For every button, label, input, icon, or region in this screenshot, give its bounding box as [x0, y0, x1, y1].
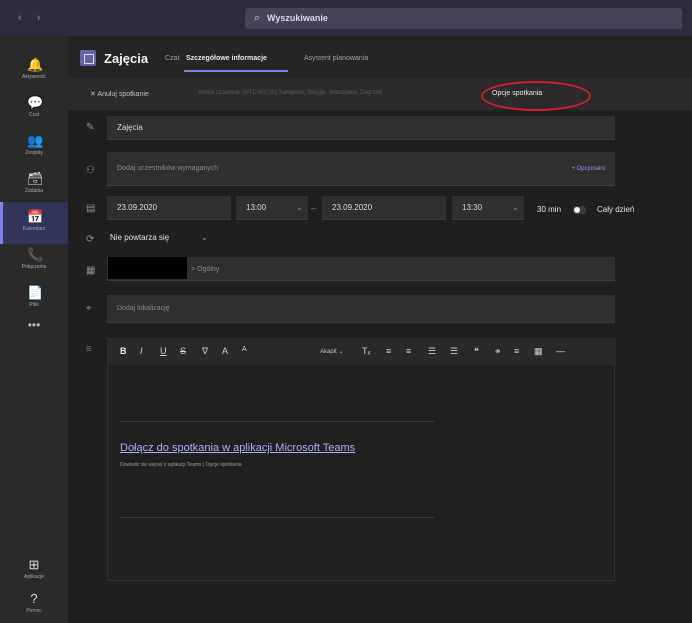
more-apps-icon[interactable]: •••: [0, 318, 68, 332]
horizontal-rule-button[interactable]: —: [556, 346, 565, 356]
search-text: Wyszukiwanie: [267, 13, 328, 23]
clear-format-button[interactable]: Tₓ: [362, 346, 370, 356]
rail-item-files[interactable]: 📄 Pliki: [0, 278, 68, 320]
chevron-down-icon[interactable]: ⌄: [512, 203, 519, 212]
meeting-toolbar: ✕ Anuluj spotkanie Strefa czasowa: (UTC+…: [68, 78, 692, 110]
end-date: 23.09.2020: [332, 203, 373, 212]
chat-icon: 💬: [27, 95, 44, 110]
rail-item-label: Aktywność: [22, 74, 46, 80]
rail-item-teams[interactable]: 👥 Zespoły: [0, 126, 68, 168]
end-date-field[interactable]: 23.09.2020: [322, 196, 446, 220]
search-icon: ⌕: [254, 12, 261, 24]
table-button[interactable]: ▦: [534, 346, 543, 357]
help-icon: ?: [30, 591, 38, 606]
rail-item-calendar[interactable]: 📅 Kalendarz: [0, 202, 68, 244]
title-value: Zajęcia: [117, 123, 143, 132]
end-time: 13:30: [462, 203, 483, 212]
highlight-ring: [481, 81, 591, 111]
rail-item-activity[interactable]: 🔔 Aktywność: [0, 50, 68, 92]
search-box[interactable]: ⌕ Wyszukiwanie: [245, 8, 682, 29]
numbered-list-button[interactable]: ☰: [450, 346, 458, 357]
rail-item-label: Pomoc: [26, 608, 42, 614]
strikethrough-button[interactable]: S: [180, 346, 186, 356]
font-color-button[interactable]: A: [222, 346, 228, 356]
bullet-list-button[interactable]: ☰: [428, 346, 436, 357]
duration-label: 30 min: [537, 205, 562, 214]
bell-icon: 🔔: [27, 57, 44, 72]
rail-item-label: Kalendarz: [22, 226, 46, 232]
attendees-placeholder: Dodaj uczestników wymaganych: [117, 165, 219, 172]
join-meeting-link[interactable]: Dołącz do spotkania w aplikacji Microsof…: [120, 442, 355, 454]
repeat-icon: ⟳: [86, 234, 95, 245]
rail-item-label: Zadania: [24, 188, 44, 194]
all-day-label: Cały dzień: [597, 205, 635, 214]
start-date-field[interactable]: 23.09.2020: [107, 196, 231, 220]
tab-underline: [184, 70, 288, 72]
chevron-down-icon[interactable]: ⌄: [201, 233, 208, 242]
description-editor[interactable]: B I U S ∇ A A Akapit ⌄ Tₓ ≡ ≡ ☰ ☰ ❝ ⚭ ≡ …: [107, 338, 616, 581]
tab-details[interactable]: Szczegółowe informacje: [186, 55, 267, 62]
location-field[interactable]: Dodaj lokalizację: [107, 295, 615, 323]
tab-scheduling-assistant[interactable]: Asystent planowania: [304, 55, 368, 62]
join-meeting-subtext[interactable]: Dowiedz się więcej o aplikacji Teams | O…: [120, 462, 242, 468]
rail-item-assignments[interactable]: 🗃 Zadania: [0, 164, 68, 206]
start-date: 23.09.2020: [117, 203, 158, 212]
attendees-field[interactable]: Dodaj uczestników wymaganych + Opcjonaln…: [107, 152, 615, 186]
title-field[interactable]: Zajęcia: [107, 116, 615, 140]
all-day-toggle[interactable]: [573, 206, 586, 214]
clock-icon: ▤: [86, 203, 96, 214]
tab-chat[interactable]: Czat: [165, 55, 179, 62]
file-icon: 📄: [27, 285, 44, 300]
page-title: Zajęcia: [104, 51, 149, 66]
divider: [120, 517, 434, 518]
paragraph-select[interactable]: Akapit ⌄: [320, 348, 343, 355]
bold-button[interactable]: B: [120, 346, 127, 356]
rail-item-calls[interactable]: 📞 Połączenia: [0, 240, 68, 282]
redacted-team-name: [108, 257, 187, 279]
cancel-meeting-button[interactable]: ✕ Anuluj spotkanie: [90, 90, 149, 98]
font-size-button[interactable]: A: [242, 346, 247, 353]
underline-button[interactable]: U: [160, 346, 167, 356]
meeting-header: Zajęcia Czat Szczegółowe informacje Asys…: [68, 36, 692, 78]
rail-item-label: Czat: [28, 112, 40, 118]
rail-item-help[interactable]: ? Pomoc: [0, 584, 68, 623]
attendees-icon: ⚇: [86, 165, 95, 176]
title-bar: ‹ › ⌕ Wyszukiwanie: [0, 0, 692, 36]
channel-placeholder: > Ogólny: [191, 266, 220, 273]
rail-item-label: Pliki: [29, 302, 39, 308]
start-time: 13:00: [246, 203, 267, 212]
pencil-icon: ✎: [86, 122, 95, 133]
rail-item-label: Aplikacje: [23, 574, 44, 580]
timezone-text: Strefa czasowa: (UTC+01:00) Sarajewo, Sk…: [198, 90, 383, 96]
apps-icon: ⊞: [28, 557, 40, 572]
decrease-indent-button[interactable]: ≡: [386, 346, 391, 356]
location-icon: ⌖: [86, 303, 92, 314]
date-range-dash: –: [311, 204, 316, 213]
increase-indent-button[interactable]: ≡: [406, 346, 411, 356]
calendar-icon: 📅: [27, 209, 44, 224]
recurrence-select[interactable]: Nie powtarza się: [110, 233, 169, 242]
description-icon: ≡: [86, 344, 92, 355]
location-placeholder: Dodaj lokalizację: [117, 305, 170, 312]
quote-button[interactable]: ❝: [474, 346, 479, 357]
align-button[interactable]: ≡: [514, 346, 519, 356]
teams-icon: 👥: [27, 133, 44, 148]
bag-icon: 🗃: [27, 171, 44, 186]
chevron-down-icon[interactable]: ⌄: [296, 203, 303, 212]
rail-item-chat[interactable]: 💬 Czat: [0, 88, 68, 130]
highlight-button[interactable]: ∇: [202, 346, 208, 357]
optional-attendees-link[interactable]: + Opcjonalni: [571, 166, 605, 172]
link-button[interactable]: ⚭: [494, 346, 502, 357]
rail-item-label: Połączenia: [21, 264, 47, 270]
calendar-app-icon: [80, 50, 96, 66]
channel-icon: ▦: [86, 265, 96, 276]
app-rail: 🔔 Aktywność 💬 Czat 👥 Zespoły 🗃 Zadania 📅…: [0, 36, 68, 623]
toggle-knob: [574, 207, 580, 213]
nav-arrows[interactable]: ‹ ›: [18, 12, 46, 24]
phone-icon: 📞: [27, 247, 44, 262]
divider: [120, 421, 434, 422]
italic-button[interactable]: I: [140, 346, 143, 356]
editor-toolbar: B I U S ∇ A A Akapit ⌄ Tₓ ≡ ≡ ☰ ☰ ❝ ⚭ ≡ …: [108, 339, 616, 365]
rail-item-label: Zespoły: [25, 150, 43, 156]
